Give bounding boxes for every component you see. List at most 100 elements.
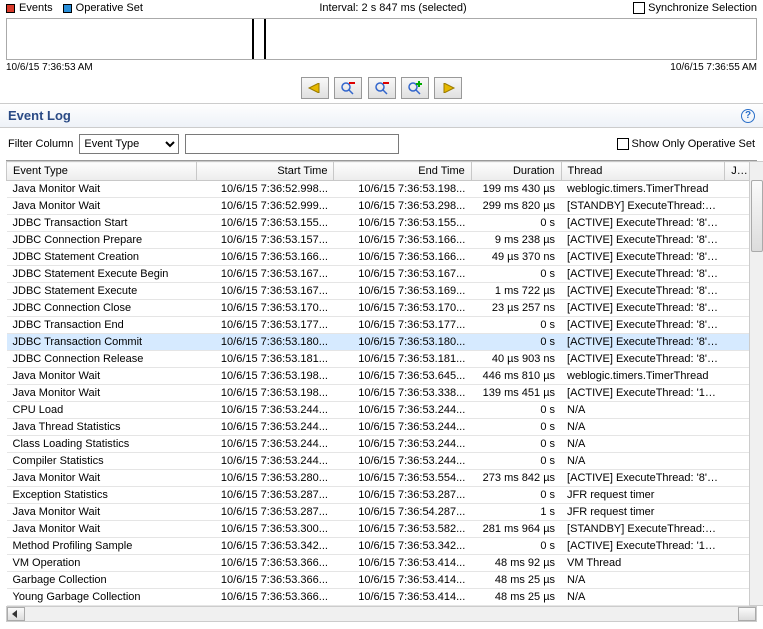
vertical-scrollbar[interactable] <box>749 161 763 606</box>
cell-thread: JFR request timer <box>561 504 725 521</box>
event-table-wrap: Event Type Start Time End Time Duration … <box>6 160 757 606</box>
show-only-operative-toggle[interactable]: Show Only Operative Set <box>617 138 756 150</box>
cell-start-time: 10/6/15 7:36:53.167... <box>197 283 334 300</box>
table-row[interactable]: Exception Statistics10/6/15 7:36:53.287.… <box>7 487 757 504</box>
cell-end-time: 10/6/15 7:36:53.170... <box>334 300 471 317</box>
table-row[interactable]: Class Loading Statistics10/6/15 7:36:53.… <box>7 436 757 453</box>
show-only-operative-label: Show Only Operative Set <box>632 138 756 150</box>
show-only-operative-checkbox-icon[interactable] <box>617 138 629 150</box>
table-row[interactable]: Young Garbage Collection10/6/15 7:36:53.… <box>7 589 757 606</box>
table-row[interactable]: Garbage Collection10/6/15 7:36:53.366...… <box>7 572 757 589</box>
filter-bar: Filter Column Event Type Show Only Opera… <box>0 128 763 160</box>
top-bar: Events Operative Set Interval: 2 s 847 m… <box>0 0 763 16</box>
table-row[interactable]: JDBC Statement Execute10/6/15 7:36:53.16… <box>7 283 757 300</box>
table-row[interactable]: Java Monitor Wait10/6/15 7:36:53.198...1… <box>7 368 757 385</box>
filter-input[interactable] <box>185 134 399 154</box>
cell-start-time: 10/6/15 7:36:53.244... <box>197 453 334 470</box>
cell-thread: [ACTIVE] ExecuteThread: '8' fo... <box>561 334 725 351</box>
table-row[interactable]: Java Monitor Wait10/6/15 7:36:53.300...1… <box>7 521 757 538</box>
legend-events: Events <box>6 2 53 14</box>
table-row[interactable]: JDBC Connection Prepare10/6/15 7:36:53.1… <box>7 232 757 249</box>
zoom-out-button[interactable] <box>334 77 362 99</box>
cell-end-time: 10/6/15 7:36:53.554... <box>334 470 471 487</box>
cell-duration: 48 ms 25 µs <box>471 589 561 606</box>
cell-end-time: 10/6/15 7:36:53.582... <box>334 521 471 538</box>
sync-selection-checkbox-icon[interactable] <box>633 2 645 14</box>
table-row[interactable]: JDBC Connection Close10/6/15 7:36:53.170… <box>7 300 757 317</box>
nav-prev-button[interactable] <box>301 77 329 99</box>
table-row[interactable]: JDBC Transaction End10/6/15 7:36:53.177.… <box>7 317 757 334</box>
cell-start-time: 10/6/15 7:36:53.198... <box>197 385 334 402</box>
cell-thread: [ACTIVE] ExecuteThread: '8' fo... <box>561 266 725 283</box>
filter-column-select[interactable]: Event Type <box>79 134 179 154</box>
cell-event-type: JDBC Transaction End <box>7 317 197 334</box>
cell-duration: 281 ms 964 µs <box>471 521 561 538</box>
table-row[interactable]: Java Monitor Wait10/6/15 7:36:52.998...1… <box>7 181 757 198</box>
cell-thread: [ACTIVE] ExecuteThread: '13' f... <box>561 385 725 402</box>
cell-end-time: 10/6/15 7:36:53.414... <box>334 572 471 589</box>
table-row[interactable]: Java Monitor Wait10/6/15 7:36:53.198...1… <box>7 385 757 402</box>
col-start-time[interactable]: Start Time <box>197 162 334 181</box>
cell-end-time: 10/6/15 7:36:53.244... <box>334 419 471 436</box>
cell-event-type: Java Monitor Wait <box>7 368 197 385</box>
cell-thread: N/A <box>561 436 725 453</box>
cell-thread: VM Thread <box>561 555 725 572</box>
cell-event-type: JDBC Statement Execute <box>7 283 197 300</box>
operative-color-icon <box>63 4 72 13</box>
sync-selection-toggle[interactable]: Synchronize Selection <box>633 2 757 14</box>
cell-start-time: 10/6/15 7:36:53.166... <box>197 249 334 266</box>
cell-event-type: CPU Load <box>7 402 197 419</box>
col-duration[interactable]: Duration <box>471 162 561 181</box>
table-row[interactable]: JDBC Connection Release10/6/15 7:36:53.1… <box>7 351 757 368</box>
cell-end-time: 10/6/15 7:36:53.645... <box>334 368 471 385</box>
cell-end-time: 10/6/15 7:36:53.177... <box>334 317 471 334</box>
table-row[interactable]: JDBC Statement Execute Begin10/6/15 7:36… <box>7 266 757 283</box>
table-row[interactable]: JDBC Statement Creation10/6/15 7:36:53.1… <box>7 249 757 266</box>
table-row[interactable]: Java Monitor Wait10/6/15 7:36:53.287...1… <box>7 504 757 521</box>
cell-thread: N/A <box>561 402 725 419</box>
table-row[interactable]: Java Thread Statistics10/6/15 7:36:53.24… <box>7 419 757 436</box>
help-icon[interactable]: ? <box>741 109 755 123</box>
nav-next-button[interactable] <box>434 77 462 99</box>
timeline[interactable] <box>6 18 757 60</box>
table-row[interactable]: Java Monitor Wait10/6/15 7:36:52.999...1… <box>7 198 757 215</box>
cell-thread: N/A <box>561 419 725 436</box>
table-row[interactable]: CPU Load10/6/15 7:36:53.244...10/6/15 7:… <box>7 402 757 419</box>
cell-start-time: 10/6/15 7:36:53.177... <box>197 317 334 334</box>
cell-thread: [STANDBY] ExecuteThread: '4' ... <box>561 198 725 215</box>
table-row[interactable]: JDBC Transaction Commit10/6/15 7:36:53.1… <box>7 334 757 351</box>
cell-duration: 273 ms 842 µs <box>471 470 561 487</box>
col-event-type[interactable]: Event Type <box>7 162 197 181</box>
cell-end-time: 10/6/15 7:36:53.155... <box>334 215 471 232</box>
timeline-selection-marker[interactable] <box>252 19 266 59</box>
cell-start-time: 10/6/15 7:36:53.180... <box>197 334 334 351</box>
section-header: Event Log ? <box>0 103 763 128</box>
cell-event-type: Java Monitor Wait <box>7 181 197 198</box>
cell-start-time: 10/6/15 7:36:53.198... <box>197 368 334 385</box>
filter-column-label: Filter Column <box>8 138 73 150</box>
cell-end-time: 10/6/15 7:36:53.338... <box>334 385 471 402</box>
table-row[interactable]: JDBC Transaction Start10/6/15 7:36:53.15… <box>7 215 757 232</box>
cell-event-type: Java Monitor Wait <box>7 385 197 402</box>
cell-thread: weblogic.timers.TimerThread <box>561 368 725 385</box>
cell-event-type: Garbage Collection <box>7 572 197 589</box>
zoom-in-button[interactable] <box>401 77 429 99</box>
cell-thread: [ACTIVE] ExecuteThread: '8' fo... <box>561 351 725 368</box>
interval-label: Interval: 2 s 847 ms (selected) <box>153 2 633 14</box>
col-end-time[interactable]: End Time <box>334 162 471 181</box>
zoom-in-icon <box>407 81 423 95</box>
cell-event-type: JDBC Connection Prepare <box>7 232 197 249</box>
cell-event-type: Java Monitor Wait <box>7 198 197 215</box>
table-row[interactable]: Java Monitor Wait10/6/15 7:36:53.280...1… <box>7 470 757 487</box>
cell-end-time: 10/6/15 7:36:53.298... <box>334 198 471 215</box>
horizontal-scrollbar[interactable] <box>6 606 757 622</box>
table-row[interactable]: VM Operation10/6/15 7:36:53.366...10/6/1… <box>7 555 757 572</box>
col-thread[interactable]: Thread <box>561 162 725 181</box>
cell-duration: 49 µs 370 ns <box>471 249 561 266</box>
table-row[interactable]: Method Profiling Sample10/6/15 7:36:53.3… <box>7 538 757 555</box>
zoom-reset-button[interactable] <box>368 77 396 99</box>
cell-end-time: 10/6/15 7:36:53.169... <box>334 283 471 300</box>
cell-event-type: Method Profiling Sample <box>7 538 197 555</box>
cell-end-time: 10/6/15 7:36:53.244... <box>334 402 471 419</box>
table-row[interactable]: Compiler Statistics10/6/15 7:36:53.244..… <box>7 453 757 470</box>
